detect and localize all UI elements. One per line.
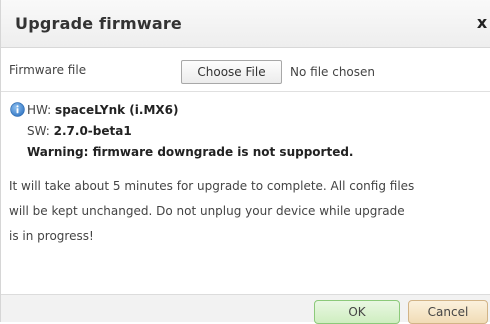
sw-line: SW: 2.7.0-beta1 — [27, 121, 489, 142]
file-status-text: No file chosen — [290, 65, 376, 79]
firmware-file-label: Firmware file — [9, 63, 87, 77]
hw-value: spaceLYnk (i.MX6) — [55, 103, 179, 117]
hw-line: HW: spaceLYnk (i.MX6) — [27, 100, 489, 121]
downgrade-warning: Warning: firmware downgrade is not suppo… — [27, 142, 489, 163]
upgrade-message: It will take about 5 minutes for upgrade… — [9, 174, 489, 249]
message-line: It will take about 5 minutes for upgrade… — [9, 179, 415, 193]
upgrade-firmware-dialog: Upgrade firmware x Firmware file Choose … — [0, 0, 490, 324]
sw-label: SW: — [27, 124, 54, 138]
info-icon — [10, 102, 25, 117]
sw-value: 2.7.0-beta1 — [53, 124, 132, 138]
close-icon[interactable]: x — [473, 12, 490, 34]
hw-label: HW: — [27, 103, 56, 117]
dialog-title: Upgrade firmware — [15, 14, 182, 33]
message-line: is in progress! — [9, 229, 94, 243]
choose-file-button[interactable]: Choose File — [181, 60, 282, 84]
dialog-titlebar: Upgrade firmware x — [1, 0, 490, 48]
cancel-button[interactable]: Cancel — [408, 300, 488, 324]
firmware-info: HW: spaceLYnk (i.MX6) SW: 2.7.0-beta1 Wa… — [27, 100, 489, 163]
message-line: will be kept unchanged. Do not unplug yo… — [9, 204, 405, 218]
warning-text: Warning: firmware downgrade is not suppo… — [27, 145, 354, 159]
ok-button[interactable]: OK — [314, 300, 400, 324]
